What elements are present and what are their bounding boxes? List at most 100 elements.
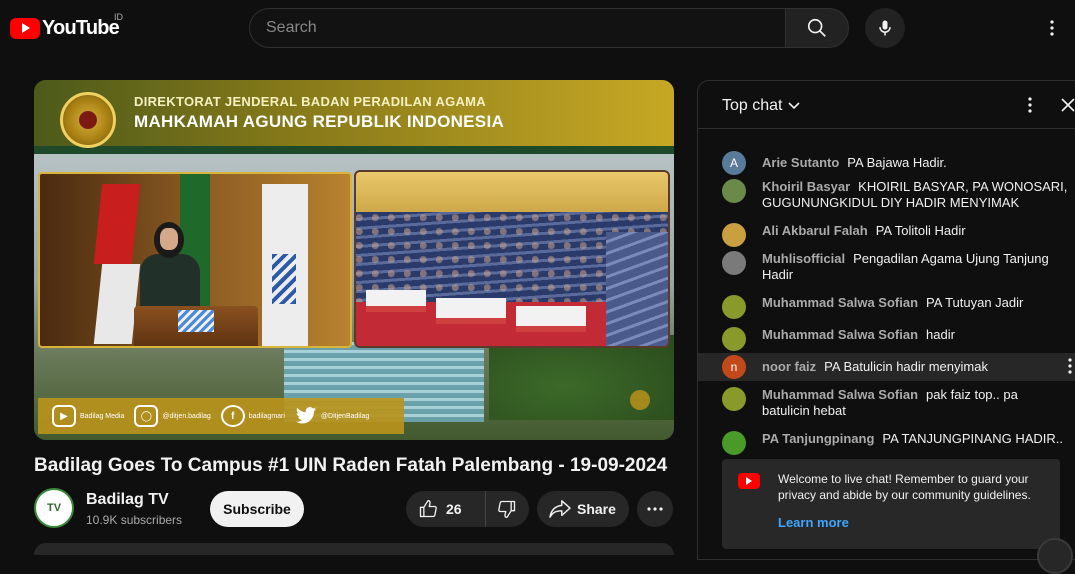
play-icon: ▶ [52,405,76,427]
masthead: YouTube ID [0,0,1075,56]
chat-menu-button[interactable] [1020,95,1040,115]
chat-author: Muhammad Salwa Sofian [762,327,919,342]
banner-stripe [34,146,674,154]
chat-text: PA Tolitoli Hadir [875,223,966,238]
chat-close-button[interactable] [1058,95,1075,115]
social-item-media: ▶ Badilag Media [52,405,124,427]
speaker-face [160,228,178,250]
subscribe-button[interactable]: Subscribe [210,491,304,527]
banner-line-2: MAHKAMAH AGUNG REPUBLIK INDONESIA [134,112,505,131]
learn-more-link[interactable]: Learn more [778,515,849,530]
chat-text: PA Bajawa Hadir. [847,155,947,170]
speaker-video-panel [38,172,352,348]
video-player[interactable]: DIREKTORAT JENDERAL BADAN PERADILAN AGAM… [34,80,674,440]
more-vert-icon [1028,97,1032,113]
region-code: ID [114,12,123,22]
table [366,290,426,312]
like-dislike-group: 26 [406,491,529,527]
chat-author: Arie Sutanto [762,155,840,170]
chat-message[interactable]: Khoiril Basyar KHOIRIL BASYAR, PA WONOSAR… [698,179,1075,213]
chat-mode-selector[interactable]: Top chat [722,97,801,115]
share-icon [549,500,571,518]
youtube-logo[interactable]: YouTube ID [10,12,123,40]
hall-stairs [606,232,668,346]
chat-message[interactable]: Muhammad Salwa Sofian pak faiz top.. pa b… [698,387,1075,421]
logo-text: YouTube [42,17,120,39]
chat-author: Ali Akbarul Falah [762,223,868,238]
chat-avatar [722,387,746,411]
search-icon [807,18,826,37]
chat-message[interactable]: Muhammad Salwa Sofian PA Tutuyan Jadir [698,295,1075,319]
social-media-bar: ▶ Badilag Media ◯ @ditjen.badilag f badi… [38,398,404,434]
chat-header: Top chat [698,81,1075,129]
welcome-text: Welcome to live chat! Remember to guard … [778,472,1031,502]
share-label: Share [577,501,616,517]
live-chat-welcome-banner: Welcome to live chat! Remember to guard … [722,459,1060,549]
chat-messages: A Arie Sutanto PA Bajawa Hadir. Khoiril B… [698,129,1075,459]
more-vert-icon [1050,20,1054,36]
chat-avatar [722,431,746,455]
mic-icon [879,20,891,36]
social-label: badilagmari [248,412,285,420]
chat-message[interactable]: Muhlisofficial Pengadilan Agama Ujung Tan… [698,251,1075,285]
share-button[interactable]: Share [537,491,629,527]
more-horiz-icon [647,507,663,511]
table [436,298,506,324]
youtube-play-icon [738,473,760,489]
social-label: @ditjen.badilag [162,412,211,420]
chat-avatar [722,295,746,319]
audience-video-panel [354,170,670,348]
subscriber-count: 10.9K subscribers [86,513,183,527]
instagram-icon: ◯ [134,405,159,427]
chat-text: hadir [926,327,955,342]
chat-avatar [722,251,746,275]
chat-author: PA Tanjungpinang [762,431,875,446]
chat-text: PA TANJUNGPINANG HADIR.. [882,431,1064,446]
chat-text: PA Tutuyan Jadir [926,295,1024,310]
close-icon [1061,98,1075,112]
table [516,306,586,332]
chevron-down-icon [788,102,801,110]
user-avatar[interactable] [1037,538,1073,574]
more-vert-icon [1068,358,1072,374]
chat-author: Muhammad Salwa Sofian [762,387,919,402]
social-label: Badilag Media [80,412,125,420]
like-button[interactable]: 26 [406,491,486,527]
chat-message-menu-button[interactable] [1064,356,1075,376]
chat-message-hovered[interactable]: n noor faiz PA Batulicin hadir menyimak [698,353,1075,381]
podium [134,306,258,346]
banner-line-1: DIREKTORAT JENDERAL BADAN PERADILAN AGAM… [134,94,486,109]
chat-message[interactable]: PA Tanjungpinang PA TANJUNGPINANG HADIR.. [698,431,1075,455]
chat-message[interactable]: Muhammad Salwa Sofian hadir [698,327,1075,351]
chat-author: Muhlisofficial [762,251,846,266]
social-item-twitter: @DitjenBadilag [295,406,369,426]
chat-avatar [722,179,746,203]
chat-author: Muhammad Salwa Sofian [762,295,919,310]
chat-author: noor faiz [762,359,817,374]
dislike-button[interactable] [486,491,528,527]
video-title: Badilag Goes To Campus #1 UIN Raden Fata… [34,455,668,476]
chat-author: Khoiril Basyar [762,179,851,194]
description-box[interactable] [34,543,674,555]
search-box [249,8,849,48]
settings-menu-button[interactable] [1040,16,1064,40]
channel-avatar[interactable]: TV [34,488,74,528]
chat-avatar [722,327,746,351]
social-item-instagram: ◯ @ditjen.badilag [134,405,211,427]
search-input[interactable] [249,8,785,48]
search-button[interactable] [785,8,849,48]
voice-search-button[interactable] [865,8,905,48]
social-label: @DitjenBadilag [320,412,370,420]
thumbs-down-icon [498,500,516,518]
flag-red [93,184,141,264]
more-actions-button[interactable] [637,491,673,527]
chat-avatar: A [722,151,746,175]
mahkamah-agung-emblem [60,92,116,148]
channel-name[interactable]: Badilag TV [86,491,169,509]
chat-title: Top chat [722,97,783,114]
chat-avatar [722,223,746,247]
chat-message[interactable]: A Arie Sutanto PA Bajawa Hadir. [698,151,1075,175]
live-chat-panel: Top chat A Arie Sutanto PA Bajawa Hadir. … [697,80,1075,560]
like-count: 26 [446,501,462,517]
chat-message[interactable]: Ali Akbarul Falah PA Tolitoli Hadir [698,223,1075,247]
